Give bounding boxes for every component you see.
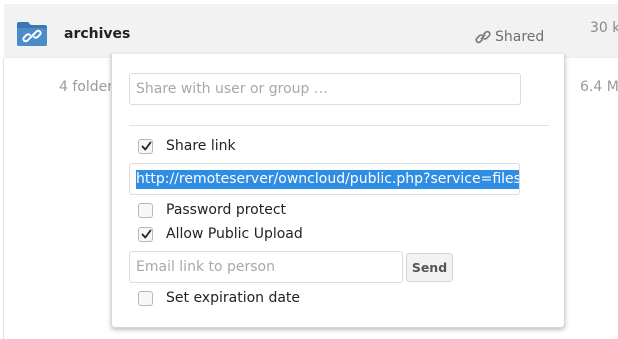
size-summary: 6.4 M xyxy=(580,79,618,95)
expiration-date-checkbox[interactable] xyxy=(138,290,153,306)
email-link-input[interactable] xyxy=(129,251,403,283)
share-with-input[interactable] xyxy=(129,73,521,105)
share-link-checkbox[interactable] xyxy=(138,138,153,154)
checkmark-icon xyxy=(141,141,152,150)
file-name[interactable]: archives xyxy=(64,26,130,42)
public-link-url[interactable]: http://remoteserver/owncloud/public.php?… xyxy=(136,169,519,189)
expiration-date-label: Set expiration date xyxy=(166,290,301,306)
checkmark-icon xyxy=(141,229,152,238)
password-protect-option[interactable]: Password protect xyxy=(138,200,286,220)
password-protect-label: Password protect xyxy=(166,202,287,218)
allow-public-upload-label: Allow Public Upload xyxy=(166,226,303,242)
shared-label[interactable]: Shared xyxy=(495,29,544,45)
share-link-label: Share link xyxy=(166,138,236,154)
link-icon xyxy=(475,30,491,44)
shared-folder-icon[interactable] xyxy=(16,19,48,49)
files-view: archives 30 k Shared 4 folder 6.4 M Shar… xyxy=(0,0,618,339)
password-protect-checkbox[interactable] xyxy=(138,202,153,218)
divider xyxy=(3,58,4,339)
allow-public-upload-option[interactable]: Allow Public Upload xyxy=(138,224,303,244)
folders-summary: 4 folder xyxy=(59,79,113,95)
share-link-option[interactable]: Share link xyxy=(138,136,236,156)
file-size: 30 k xyxy=(590,20,618,36)
public-link-field[interactable]: http://remoteserver/owncloud/public.php?… xyxy=(129,163,520,195)
shared-action[interactable]: Shared xyxy=(475,27,544,47)
allow-public-upload-checkbox[interactable] xyxy=(138,226,153,242)
share-dropdown: Share link http://remoteserver/owncloud/… xyxy=(111,54,565,328)
send-button[interactable]: Send xyxy=(406,253,453,282)
divider xyxy=(129,125,549,126)
expiration-date-option[interactable]: Set expiration date xyxy=(138,288,300,308)
